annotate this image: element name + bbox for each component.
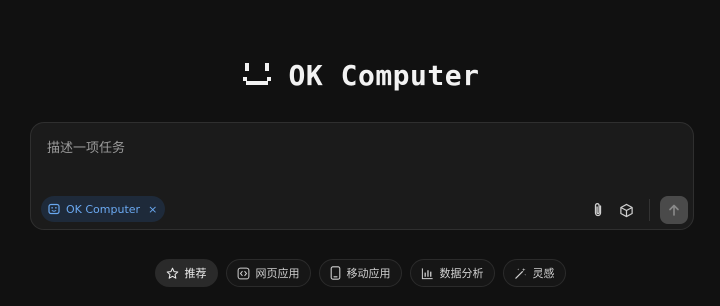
task-input[interactable] (45, 135, 679, 179)
chip-label: 数据分析 (439, 267, 484, 280)
arrow-up-icon (669, 204, 679, 216)
suggestion-chips: 推荐 网页应用 移动应用 数据分析 灵感 (0, 259, 720, 287)
chip-recommended[interactable]: 推荐 (154, 259, 218, 287)
code-icon (237, 267, 249, 279)
chip-mobile-app[interactable]: 移动应用 (318, 259, 402, 287)
chip-inspiration[interactable]: 灵感 (502, 259, 566, 287)
toolbar-divider (649, 199, 650, 221)
brand-title: OK Computer (288, 58, 480, 92)
paperclip-icon (594, 203, 602, 217)
chip-label: 推荐 (184, 267, 207, 280)
attach-file-button[interactable] (589, 201, 607, 219)
cube-icon (619, 203, 633, 217)
cube-button[interactable] (617, 201, 635, 219)
chip-label: 移动应用 (346, 267, 391, 280)
prompt-card: OK Computer × (30, 122, 694, 230)
magic-wand-icon (514, 267, 526, 279)
smile-logo-icon (242, 63, 271, 85)
chip-label: 网页应用 (255, 267, 300, 280)
mode-chip-label: OK Computer (66, 202, 141, 216)
chip-web-app[interactable]: 网页应用 (225, 259, 311, 287)
computer-face-icon (48, 203, 60, 215)
page: OK Computer OK Computer × (0, 0, 720, 306)
ok-computer-mode-chip[interactable]: OK Computer × (41, 196, 166, 222)
chip-data-analysis[interactable]: 数据分析 (409, 259, 495, 287)
remove-mode-icon[interactable]: × (148, 203, 157, 216)
star-icon (166, 267, 178, 279)
bar-chart-icon (421, 267, 433, 279)
send-button[interactable] (660, 196, 688, 224)
brand-header: OK Computer (0, 55, 720, 95)
phone-icon (330, 266, 340, 280)
chip-label: 灵感 (532, 267, 555, 280)
